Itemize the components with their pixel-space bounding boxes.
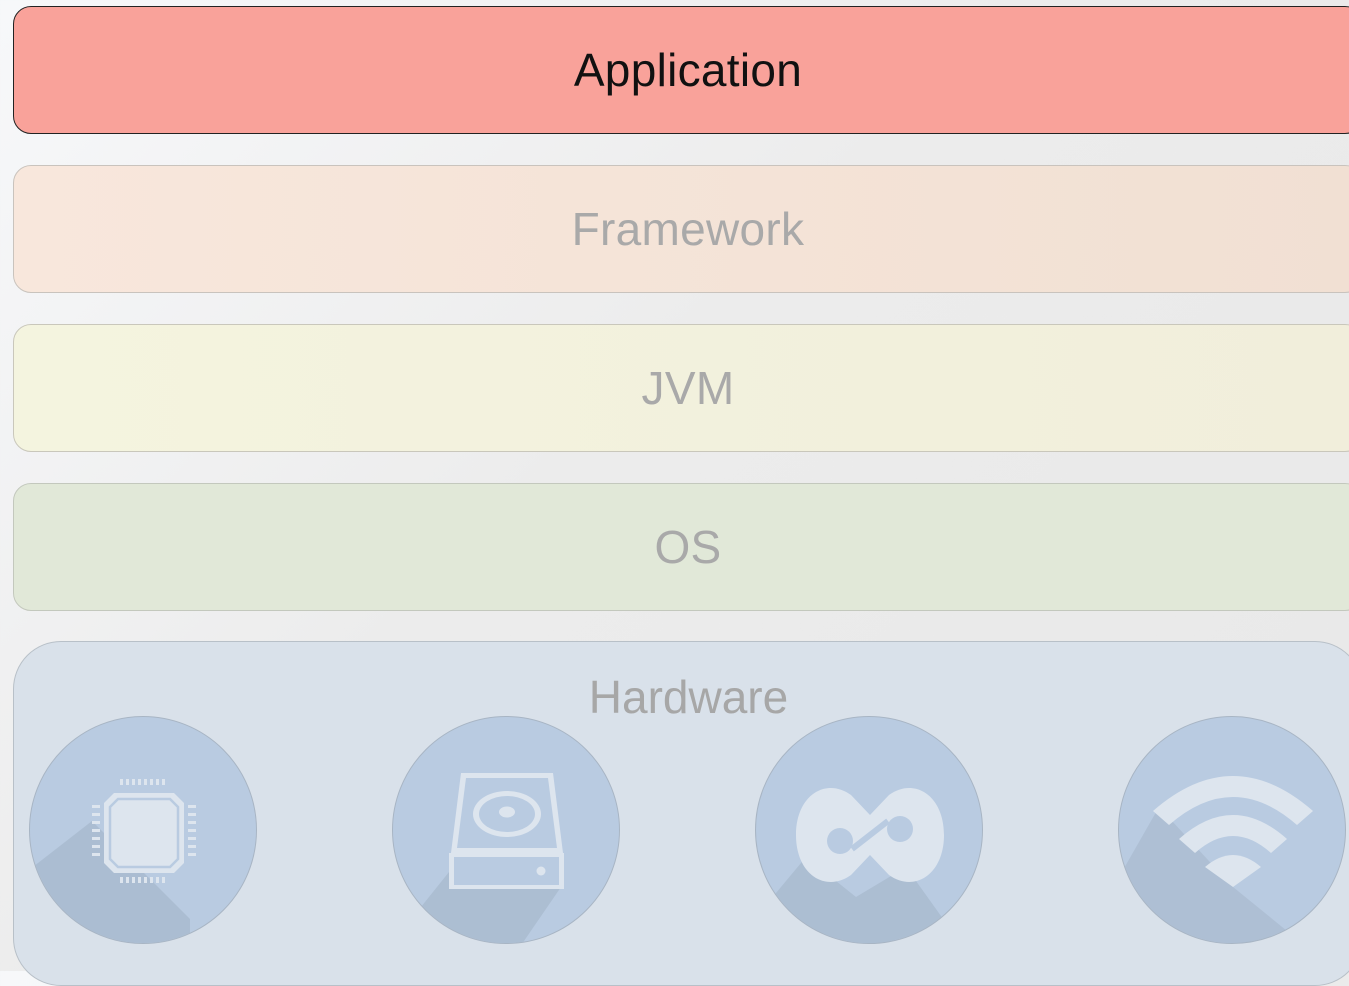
layer-application: Application xyxy=(13,6,1349,134)
cpu-icon xyxy=(29,716,257,944)
layer-label-hardware: Hardware xyxy=(588,671,789,723)
layer-hardware: Hardware xyxy=(13,641,1349,986)
layer-os: OS xyxy=(13,483,1349,611)
layer-jvm: JVM xyxy=(13,324,1349,452)
layer-label-jvm: JVM xyxy=(641,362,735,414)
infinity-icon xyxy=(755,716,983,944)
layer-label-application: Application xyxy=(573,44,803,96)
layer-label-framework: Framework xyxy=(571,203,805,255)
layer-label-os: OS xyxy=(654,521,722,573)
layer-framework: Framework xyxy=(13,165,1349,293)
hard-drive-icon xyxy=(392,716,620,944)
wifi-icon xyxy=(1118,716,1346,944)
